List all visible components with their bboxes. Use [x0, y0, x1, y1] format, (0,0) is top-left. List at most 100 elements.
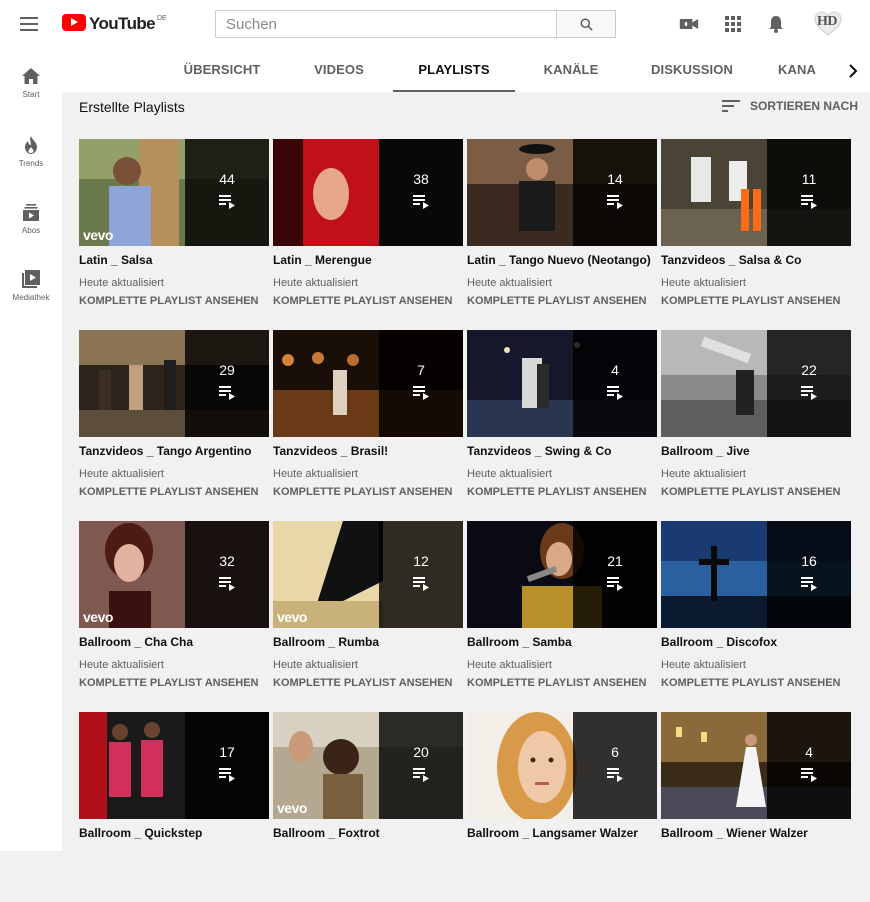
playlist-thumbnail[interactable]: 12 vevo	[273, 521, 463, 628]
playlist-title[interactable]: Ballroom _ Samba	[467, 635, 572, 649]
chevron-right-icon	[849, 64, 858, 78]
playlist-thumbnail[interactable]: 16	[661, 521, 851, 628]
playlist-thumbnail[interactable]: 4	[467, 330, 657, 437]
playlist-overlay	[379, 139, 463, 246]
nav-label: Trends	[18, 159, 44, 168]
home-icon	[22, 68, 40, 84]
playlist-thumbnail[interactable]: 6	[467, 712, 657, 819]
playlist-thumbnail[interactable]: 17	[79, 712, 269, 819]
view-full-playlist-link[interactable]: KOMPLETTE PLAYLIST ANSEHEN	[467, 486, 646, 498]
playlist-title[interactable]: Ballroom _ Quickstep	[79, 826, 202, 840]
nav-item-start[interactable]: Start	[0, 68, 62, 99]
subscriptions-icon	[23, 204, 39, 221]
nav-label: Mediathek	[12, 293, 50, 302]
playlist-thumbnail[interactable]: 11	[661, 139, 851, 246]
playlist-card: 38 Latin _ Merengue Heute aktualisiert K…	[273, 139, 463, 329]
playlist-title[interactable]: Ballroom _ Langsamer Walzer	[467, 826, 638, 840]
apps-button[interactable]	[723, 14, 743, 34]
playlist-title[interactable]: Ballroom _ Discofox	[661, 635, 777, 649]
nav-item-mediathek[interactable]: Mediathek	[0, 270, 62, 302]
playlist-title[interactable]: Tanzvideos _ Salsa & Co	[661, 253, 802, 267]
playlist-card: 22 Ballroom _ Jive Heute aktualisiert KO…	[661, 330, 851, 520]
playlist-overlay	[573, 712, 657, 819]
video-camera-icon	[679, 19, 699, 29]
playlist-thumbnail[interactable]: 44 vevo	[79, 139, 269, 246]
playlist-thumbnail[interactable]: 32 vevo	[79, 521, 269, 628]
sort-icon	[722, 100, 740, 112]
nav-label: Abos	[21, 226, 41, 235]
tab-diskussion[interactable]: DISKUSSION	[637, 50, 747, 92]
tabs-next-button[interactable]	[836, 50, 870, 92]
playlist-thumbnail[interactable]: 14	[467, 139, 657, 246]
nav-item-trends[interactable]: Trends	[0, 136, 62, 168]
playlist-title[interactable]: Tanzvideos _ Swing & Co	[467, 444, 611, 458]
view-full-playlist-link[interactable]: KOMPLETTE PLAYLIST ANSEHEN	[467, 677, 646, 689]
playlist-updated: Heute aktualisiert	[79, 277, 164, 289]
playlist-icon	[219, 386, 235, 400]
playlist-title[interactable]: Tanzvideos _ Brasil!	[273, 444, 388, 458]
tab-uebersicht[interactable]: ÜBERSICHT	[172, 50, 272, 92]
playlist-thumbnail[interactable]: 38	[273, 139, 463, 246]
view-full-playlist-link[interactable]: KOMPLETTE PLAYLIST ANSEHEN	[467, 295, 646, 307]
playlist-title[interactable]: Ballroom _ Cha Cha	[79, 635, 193, 649]
playlist-title[interactable]: Latin _ Salsa	[79, 253, 152, 267]
tab-kanal-info[interactable]: KANA	[778, 50, 836, 92]
playlist-card: 17 Ballroom _ Quickstep	[79, 712, 269, 902]
vevo-badge: vevo	[83, 609, 113, 625]
playlist-overlay	[767, 330, 851, 437]
channel-tabs: ÜBERSICHT VIDEOS PLAYLISTS KANÄLE DISKUS…	[62, 50, 870, 92]
playlist-thumbnail[interactable]: 7	[273, 330, 463, 437]
avatar-text: HD	[817, 14, 838, 29]
view-full-playlist-link[interactable]: KOMPLETTE PLAYLIST ANSEHEN	[79, 295, 258, 307]
playlist-card: 16 Ballroom _ Discofox Heute aktualisier…	[661, 521, 851, 711]
playlist-updated: Heute aktualisiert	[273, 468, 358, 480]
playlist-title[interactable]: Latin _ Merengue	[273, 253, 372, 267]
playlist-thumbnail[interactable]: 22	[661, 330, 851, 437]
video-count: 17	[219, 744, 235, 760]
playlist-card: 12 vevo Ballroom _ Rumba Heute aktualisi…	[273, 521, 463, 711]
playlist-thumbnail[interactable]: 4	[661, 712, 851, 819]
playlist-updated: Heute aktualisiert	[661, 277, 746, 289]
playlist-title[interactable]: Tanzvideos _ Tango Argentino	[79, 444, 251, 458]
playlist-updated: Heute aktualisiert	[467, 468, 552, 480]
menu-icon[interactable]	[20, 17, 38, 31]
playlist-icon	[219, 577, 235, 591]
playlist-title[interactable]: Ballroom _ Rumba	[273, 635, 379, 649]
view-full-playlist-link[interactable]: KOMPLETTE PLAYLIST ANSEHEN	[661, 295, 840, 307]
playlist-title[interactable]: Ballroom _ Foxtrot	[273, 826, 380, 840]
playlist-title[interactable]: Latin _ Tango Nuevo (Neotango)	[467, 253, 651, 267]
playlist-thumbnail[interactable]: 20 vevo	[273, 712, 463, 819]
playlist-thumbnail[interactable]: 21	[467, 521, 657, 628]
playlist-thumbnail[interactable]: 29	[79, 330, 269, 437]
notifications-button[interactable]	[766, 14, 786, 34]
playlist-overlay	[573, 330, 657, 437]
section-title: Erstellte Playlists	[79, 99, 185, 115]
search-input[interactable]	[215, 10, 557, 38]
view-full-playlist-link[interactable]: KOMPLETTE PLAYLIST ANSEHEN	[79, 486, 258, 498]
view-full-playlist-link[interactable]: KOMPLETTE PLAYLIST ANSEHEN	[273, 295, 452, 307]
video-count: 38	[413, 171, 429, 187]
playlist-updated: Heute aktualisiert	[467, 277, 552, 289]
apps-grid-icon	[725, 16, 741, 32]
video-count: 11	[801, 171, 817, 187]
playlist-title[interactable]: Ballroom _ Wiener Walzer	[661, 826, 808, 840]
view-full-playlist-link[interactable]: KOMPLETTE PLAYLIST ANSEHEN	[661, 486, 840, 498]
tab-playlists[interactable]: PLAYLISTS	[393, 50, 515, 92]
video-count: 29	[219, 362, 235, 378]
view-full-playlist-link[interactable]: KOMPLETTE PLAYLIST ANSEHEN	[661, 677, 840, 689]
video-count: 7	[417, 362, 425, 378]
view-full-playlist-link[interactable]: KOMPLETTE PLAYLIST ANSEHEN	[273, 486, 452, 498]
create-video-button[interactable]	[679, 14, 699, 34]
view-full-playlist-link[interactable]: KOMPLETTE PLAYLIST ANSEHEN	[273, 677, 452, 689]
tab-kanaele[interactable]: KANÄLE	[525, 50, 617, 92]
search-button[interactable]	[556, 10, 616, 38]
nav-item-abos[interactable]: Abos	[0, 204, 62, 235]
avatar[interactable]: HD	[814, 11, 842, 37]
youtube-logo[interactable]: YouTube DE	[62, 14, 167, 33]
playlist-title[interactable]: Ballroom _ Jive	[661, 444, 750, 458]
search-icon	[580, 18, 593, 31]
view-full-playlist-link[interactable]: KOMPLETTE PLAYLIST ANSEHEN	[79, 677, 258, 689]
playlist-icon	[801, 386, 817, 400]
sort-button[interactable]: SORTIEREN NACH	[722, 97, 858, 115]
tab-videos[interactable]: VIDEOS	[295, 50, 383, 92]
